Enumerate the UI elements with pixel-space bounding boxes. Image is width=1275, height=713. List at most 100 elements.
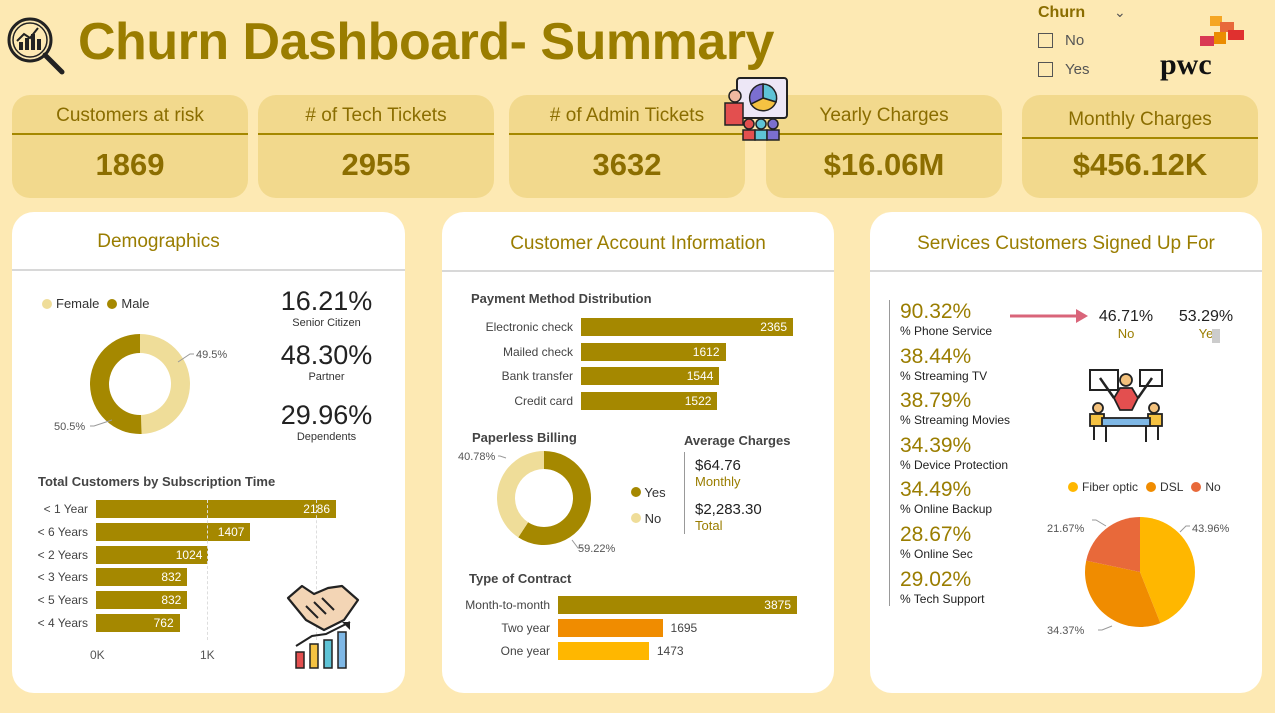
legend-male: Male	[121, 296, 150, 311]
checkbox[interactable]	[1038, 33, 1053, 48]
kpi-value: $16.06M	[823, 147, 945, 182]
pwc-logo-text: pwc	[1160, 48, 1212, 81]
bar-value-label: 1024	[175, 547, 203, 562]
kpi-yearly-charges: Yearly Charges $16.06M	[766, 95, 1002, 198]
paperless-chart-title: Paperless Billing	[472, 430, 577, 445]
legend-female: Female	[56, 296, 100, 311]
phone-split-yes: 53.29% Ye	[1178, 308, 1234, 341]
kpi-value: $456.12K	[1072, 147, 1208, 182]
kpi-value: 2955	[341, 147, 411, 182]
bar[interactable]: 762	[96, 614, 180, 632]
service-label: % Online Backup	[900, 502, 993, 517]
bar[interactable]: 2186	[96, 500, 336, 518]
header-logo-icon	[4, 14, 68, 76]
filter-option-yes[interactable]: Yes	[1038, 61, 1089, 78]
bar-category-label: Two year	[501, 621, 550, 635]
internet-pie-chart: 21.67% 43.96% 34.37%	[1047, 517, 1230, 637]
avg-charges-title: Average Charges	[684, 433, 791, 448]
gridline	[207, 500, 208, 640]
bar-category-label: < 6 Years	[37, 524, 88, 539]
kpi-admin-tickets: # of Admin Tickets 3632	[509, 95, 745, 198]
stat-senior-citizen: 16.21% Senior Citizen	[274, 286, 379, 329]
service-stat: 34.49%% Online Backup	[900, 478, 992, 516]
bar[interactable]: 2365	[581, 318, 793, 336]
slice-male[interactable]	[89, 334, 142, 434]
chevron-down-icon[interactable]: ⌄	[1114, 4, 1126, 21]
legend-fiber: Fiber optic	[1082, 480, 1139, 494]
kpi-label: Customers at risk	[56, 105, 204, 126]
contract-bar-chart: Month-to-month 3875 Two year 1695 One year 14…	[442, 596, 834, 666]
bar-category-label: Month-to-month	[465, 598, 550, 612]
churn-filter[interactable]: Churn ⌄ No Yes	[1038, 4, 1138, 84]
kpi-tech-tickets: # of Tech Tickets 2955	[258, 95, 494, 198]
bar-value-label: 762	[153, 616, 174, 630]
kpi-customers-at-risk: Customers at risk 1869	[12, 95, 248, 198]
gender-donut-chart: 49.5% 50.5%	[54, 334, 227, 434]
bar[interactable]: 832	[96, 568, 188, 587]
bar-value-label: 1407	[217, 524, 245, 539]
service-stat: 29.02%% Tech Support	[900, 568, 985, 606]
bar-value-label: 1612	[692, 344, 720, 359]
demographics-legend: Female Male	[42, 296, 150, 311]
service-value: 34.39%	[900, 433, 972, 457]
service-stat: 38.44%% Streaming TV	[900, 345, 987, 383]
bar-value-label: 2365	[760, 320, 787, 334]
bar-value-label: 1544	[686, 369, 714, 384]
slice-female[interactable]	[140, 334, 190, 434]
bar[interactable]: 1544	[581, 367, 720, 386]
subscription-chart-title: Total Customers by Subscription Time	[38, 474, 276, 489]
donut-label-male: 50.5%	[54, 421, 85, 433]
page-title: Churn Dashboard- Summary	[78, 13, 774, 71]
panel-title: Demographics	[97, 231, 220, 252]
bar-value-label: 1522	[684, 394, 712, 409]
kpi-monthly-charges: Monthly Charges $456.12K	[1022, 95, 1258, 198]
demographics-panel: Demographics Female Male 49.5% 50.5% 16.…	[12, 212, 405, 693]
bar-category-label: Credit card	[514, 394, 573, 409]
legend-no: No	[1205, 480, 1221, 494]
kpi-value: 3632	[592, 147, 662, 182]
split-value: 53.29%	[1178, 308, 1234, 325]
checkbox[interactable]	[1038, 62, 1053, 77]
legend-yes: Yes	[644, 485, 666, 500]
bar[interactable]: 1407	[96, 522, 251, 541]
stat-partner: 48.30% Partner	[274, 340, 379, 383]
kpi-label: Monthly Charges	[1068, 109, 1212, 130]
bar[interactable]: 1695	[558, 619, 697, 637]
bar-category-label: < 4 Years	[37, 616, 88, 630]
slice-no[interactable]	[497, 451, 544, 538]
service-value: 90.32%	[900, 300, 972, 323]
paperless-legend: Yes No	[631, 480, 666, 532]
bar[interactable]: 1522	[581, 392, 718, 411]
bar-category-label: < 1 Year	[43, 502, 88, 516]
avg-value: $2,283.30	[695, 501, 762, 518]
bar-category-label: Mailed check	[502, 344, 573, 359]
service-stat: 28.67%% Online Sec	[900, 523, 973, 561]
stat-label: Partner	[308, 371, 345, 383]
pwc-logo: pwc	[1160, 14, 1250, 84]
pie-label-dsl: 34.37%	[1047, 625, 1085, 637]
bar[interactable]: 1024	[96, 545, 209, 564]
service-label: % Streaming Movies	[900, 413, 1011, 428]
service-stat: 34.39%% Device Protection	[900, 434, 1008, 472]
filter-option-no[interactable]: No	[1038, 32, 1084, 49]
bar[interactable]: 832	[96, 591, 188, 610]
stat-value: 29.96%	[280, 400, 373, 430]
service-label: % Tech Support	[900, 591, 985, 606]
bar-category-label: One year	[500, 644, 550, 658]
bar[interactable]: 3875	[558, 596, 797, 614]
kpi-value: 1869	[95, 147, 165, 182]
contract-chart-title: Type of Contract	[469, 571, 572, 586]
bar[interactable]: 1612	[581, 342, 726, 361]
pie-label-no: 21.67%	[1047, 523, 1085, 535]
scrollbar[interactable]	[1212, 329, 1220, 343]
split-label: No	[1117, 326, 1135, 341]
bar-category-label: Electronic check	[485, 320, 573, 334]
avg-label: Monthly	[695, 474, 741, 489]
service-value: 34.49%	[900, 478, 972, 502]
service-value: 38.79%	[900, 389, 972, 413]
filter-option-label: Yes	[1065, 61, 1090, 78]
bar-value-label: 1695	[670, 621, 698, 635]
service-value: 29.02%	[900, 567, 972, 591]
stat-label: Senior Citizen	[292, 317, 361, 329]
bar[interactable]: 1473	[558, 642, 684, 660]
